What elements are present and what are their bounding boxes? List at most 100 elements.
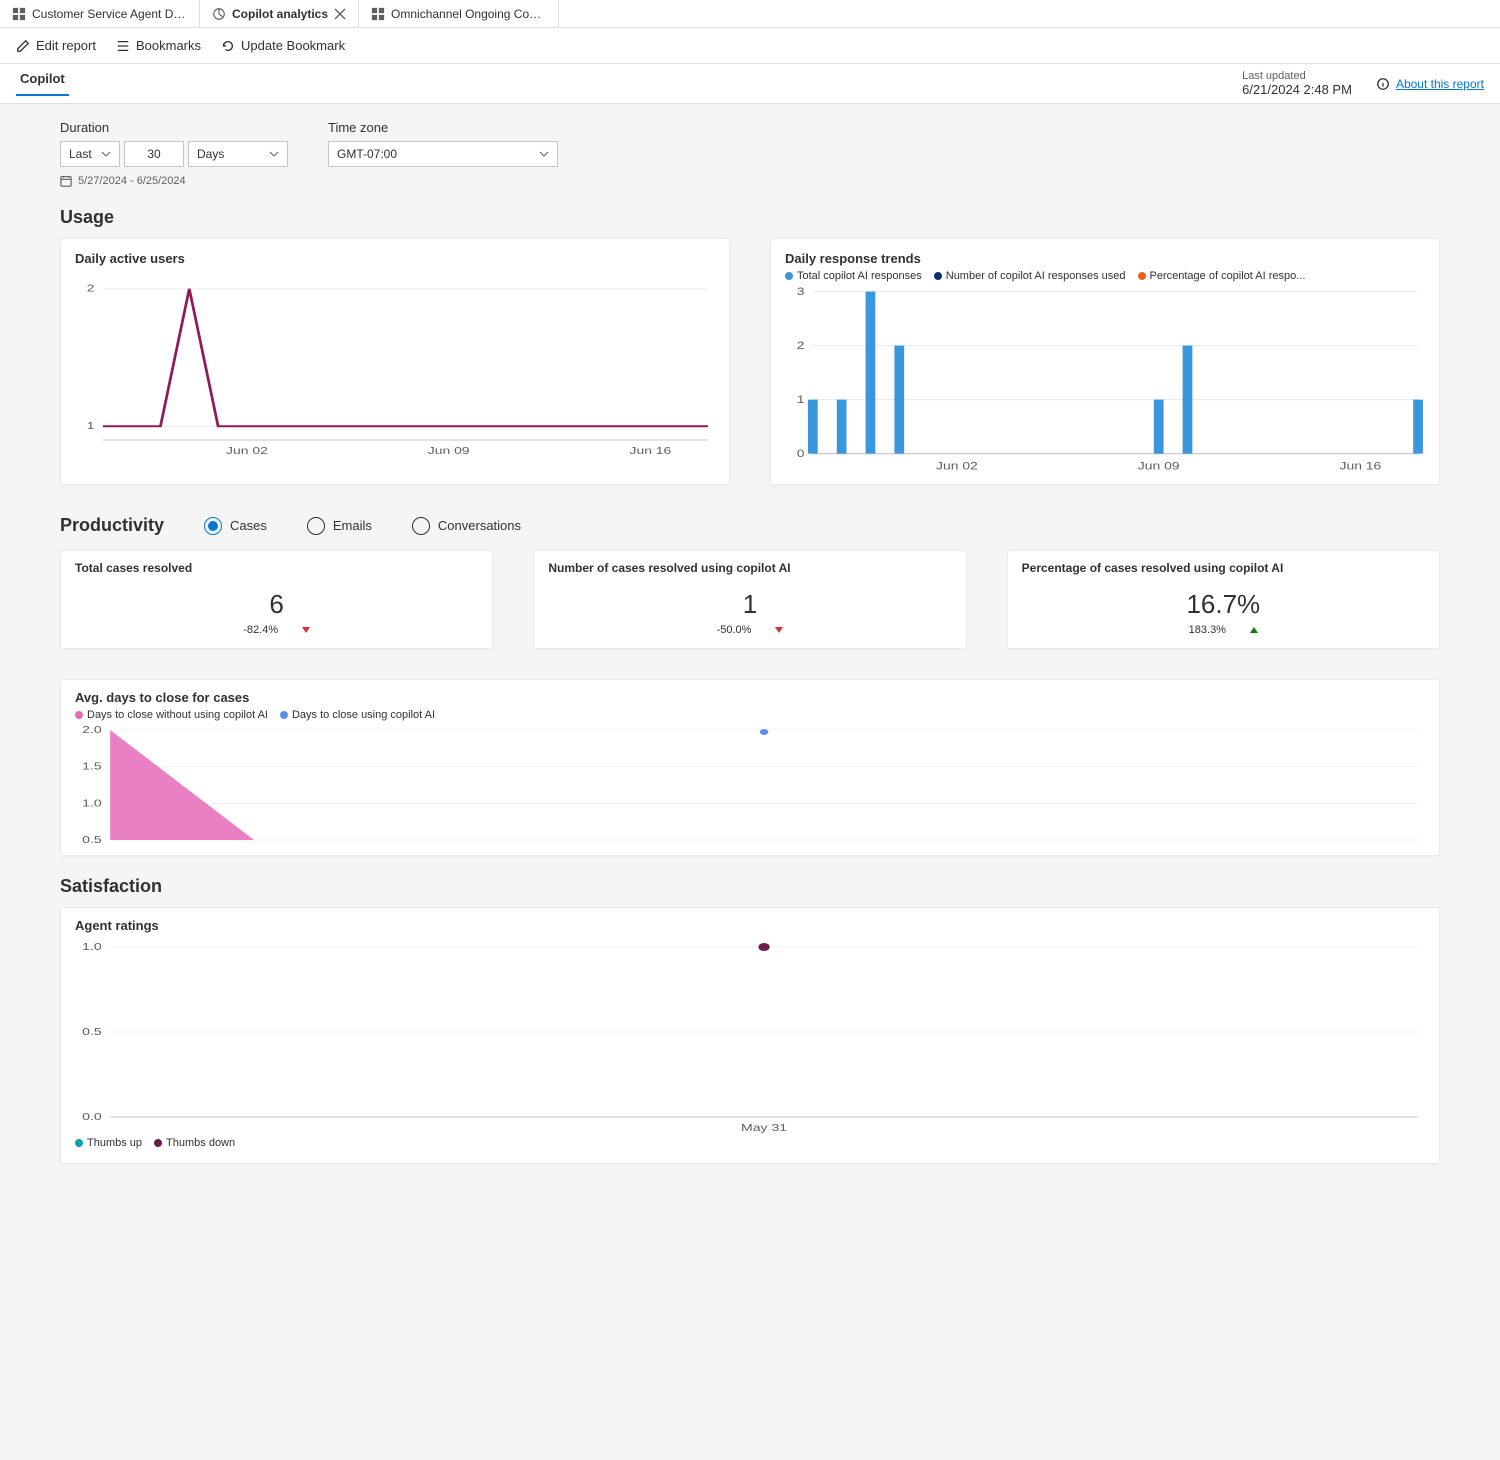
timezone-select[interactable]: GMT-07:00 <box>328 141 558 167</box>
chart-legend: Thumbs up Thumbs down <box>75 1137 1425 1149</box>
kpi-title: Number of cases resolved using copilot A… <box>548 561 951 575</box>
pencil-icon <box>16 39 30 53</box>
tab-customer-service-dashboard[interactable]: Customer Service Agent Dash... <box>0 0 200 27</box>
update-bookmark-button[interactable]: Update Bookmark <box>221 38 345 53</box>
window-tabs-bar: Customer Service Agent Dash... Copilot a… <box>0 0 1500 28</box>
date-range-display: 5/27/2024 - 6/25/2024 <box>60 175 288 187</box>
refresh-icon <box>221 39 235 53</box>
area-chart: 0.5 1.0 1.5 2.0 <box>75 725 1425 845</box>
chart-title: Agent ratings <box>75 918 1425 933</box>
calendar-icon <box>60 175 72 187</box>
timezone-label: Time zone <box>328 120 558 135</box>
radio-label: Conversations <box>438 518 521 533</box>
productivity-radio-group: Cases Emails Conversations <box>204 517 521 535</box>
kpi-value: 1 <box>548 589 951 620</box>
svg-text:0.5: 0.5 <box>82 1026 102 1037</box>
svg-text:0.5: 0.5 <box>82 834 102 845</box>
legend-dot-icon <box>785 272 793 280</box>
legend-label: Days to close without using copilot AI <box>87 709 268 721</box>
legend-item: Percentage of copilot AI respo... <box>1138 270 1306 282</box>
kpi-delta: -50.0% <box>548 624 951 636</box>
svg-text:Jun 02: Jun 02 <box>936 460 978 472</box>
tab-copilot-analytics[interactable]: Copilot analytics <box>200 0 359 27</box>
kpi-delta-value: 183.3% <box>1189 624 1226 636</box>
svg-text:1: 1 <box>87 420 95 432</box>
select-value: 30 <box>147 147 160 161</box>
line-chart: 12Jun 02Jun 09Jun 16 <box>75 270 715 460</box>
legend-item: Thumbs down <box>154 1137 235 1149</box>
svg-text:1.5: 1.5 <box>82 761 102 772</box>
svg-text:Jun 16: Jun 16 <box>1340 460 1382 472</box>
toolbar-label: Bookmarks <box>136 38 201 53</box>
kpi-card: Number of cases resolved using copilot A… <box>533 550 966 649</box>
chevron-down-icon <box>539 149 549 159</box>
legend-dot-icon <box>934 272 942 280</box>
bookmark-list-icon <box>116 39 130 53</box>
date-range-text: 5/27/2024 - 6/25/2024 <box>78 175 186 187</box>
legend-label: Total copilot AI responses <box>797 270 922 282</box>
svg-text:2.0: 2.0 <box>82 725 102 735</box>
chart-title: Daily active users <box>75 251 715 266</box>
filters-row: Duration Last 30 Days 5/27/2024 - 6/25/2… <box>60 120 1440 187</box>
legend-item: Days to close without using copilot AI <box>75 709 268 721</box>
section-productivity-title: Productivity <box>60 515 164 536</box>
select-value: Last <box>69 147 92 161</box>
duration-count-input[interactable]: 30 <box>124 141 184 167</box>
report-subheader: Copilot Last updated 6/21/2024 2:48 PM A… <box>0 64 1500 104</box>
radio-emails[interactable]: Emails <box>307 517 372 535</box>
legend-item: Number of copilot AI responses used <box>934 270 1126 282</box>
close-icon[interactable] <box>334 8 346 20</box>
section-satisfaction-title: Satisfaction <box>60 876 1440 897</box>
info-icon <box>1376 77 1390 91</box>
last-updated: Last updated 6/21/2024 2:48 PM <box>1242 70 1352 97</box>
kpi-value: 16.7% <box>1022 589 1425 620</box>
analytics-icon <box>212 7 226 21</box>
arrow-up-icon <box>1250 627 1258 633</box>
radio-label: Emails <box>333 518 372 533</box>
radio-cases[interactable]: Cases <box>204 517 267 535</box>
kpi-card: Total cases resolved6-82.4% <box>60 550 493 649</box>
kpi-card: Percentage of cases resolved using copil… <box>1007 550 1440 649</box>
about-label: About this report <box>1396 77 1484 91</box>
select-value: GMT-07:00 <box>337 147 397 161</box>
svg-text:2: 2 <box>87 283 95 295</box>
chart-title: Avg. days to close for cases <box>75 690 1425 705</box>
svg-text:May 31: May 31 <box>741 1122 787 1133</box>
bar-chart: 0123Jun 02Jun 09Jun 16 <box>785 286 1425 476</box>
legend-label: Days to close using copilot AI <box>292 709 435 721</box>
chevron-down-icon <box>101 149 111 159</box>
kpi-title: Percentage of cases resolved using copil… <box>1022 561 1425 575</box>
svg-text:Jun 02: Jun 02 <box>226 445 268 457</box>
chart-avg-days-to-close: Avg. days to close for cases Days to clo… <box>60 679 1440 856</box>
report-toolbar: Edit report Bookmarks Update Bookmark <box>0 28 1500 64</box>
legend-label: Thumbs up <box>87 1137 142 1149</box>
dashboard-icon <box>12 7 26 21</box>
duration-unit-select[interactable]: Days <box>188 141 288 167</box>
legend-item: Days to close using copilot AI <box>280 709 435 721</box>
legend-label: Percentage of copilot AI respo... <box>1150 270 1306 282</box>
scatter-chart: 0.00.51.0May 31 <box>75 937 1425 1137</box>
svg-text:1.0: 1.0 <box>82 797 102 808</box>
dashboard-icon <box>371 7 385 21</box>
kpi-delta: -82.4% <box>75 624 478 636</box>
chart-daily-active-users: Daily active users 12Jun 02Jun 09Jun 16 <box>60 238 730 485</box>
chevron-down-icon <box>269 149 279 159</box>
svg-text:Jun 09: Jun 09 <box>428 445 470 457</box>
bookmarks-button[interactable]: Bookmarks <box>116 38 201 53</box>
legend-dot-icon <box>1138 272 1146 280</box>
subtab-copilot[interactable]: Copilot <box>16 71 69 96</box>
kpi-title: Total cases resolved <box>75 561 478 575</box>
edit-report-button[interactable]: Edit report <box>16 38 96 53</box>
radio-conversations[interactable]: Conversations <box>412 517 521 535</box>
duration-mode-select[interactable]: Last <box>60 141 120 167</box>
about-report-link[interactable]: About this report <box>1376 77 1484 91</box>
svg-text:3: 3 <box>797 286 805 298</box>
legend-dot-icon <box>154 1139 162 1147</box>
legend-item: Total copilot AI responses <box>785 270 922 282</box>
toolbar-label: Update Bookmark <box>241 38 345 53</box>
legend-item: Thumbs up <box>75 1137 142 1149</box>
tab-omnichannel-conversations[interactable]: Omnichannel Ongoing Conve... <box>359 0 559 27</box>
legend-label: Thumbs down <box>166 1137 235 1149</box>
svg-text:0.0: 0.0 <box>82 1111 102 1122</box>
svg-text:0: 0 <box>797 447 805 459</box>
